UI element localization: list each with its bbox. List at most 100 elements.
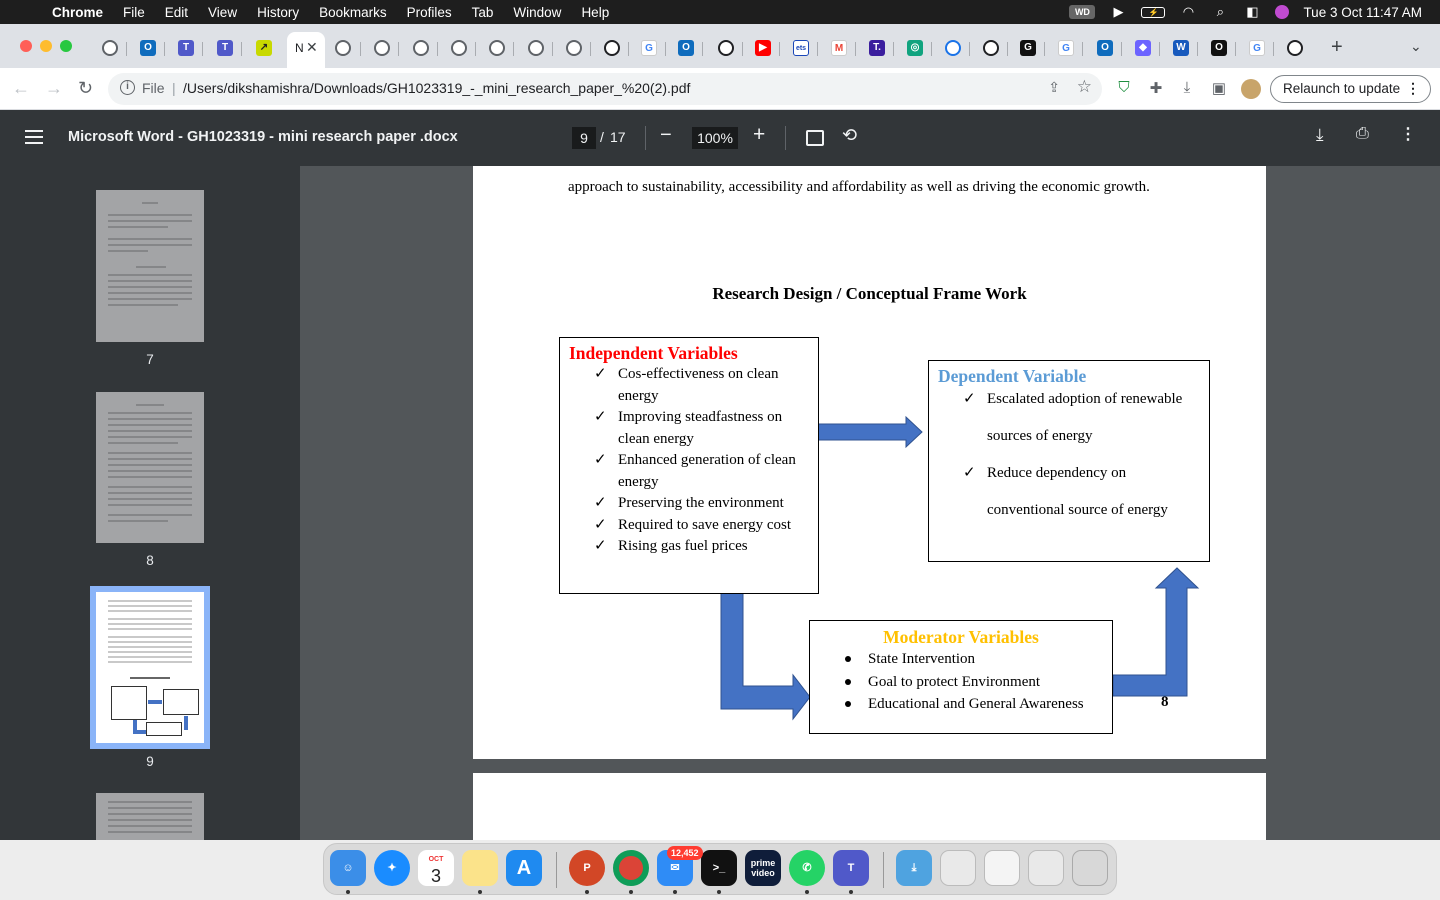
url-text[interactable]: /Users/dikshamishra/Downloads/GH1023319_…	[183, 80, 690, 96]
tab-word-icon[interactable]: W	[1173, 40, 1189, 56]
tab-google-icon[interactable]: G	[1249, 40, 1265, 56]
menu-bookmarks[interactable]: Bookmarks	[309, 5, 397, 20]
app-store-icon[interactable]: A	[506, 850, 542, 886]
back-arrow-icon[interactable]: ←	[12, 78, 30, 99]
document-preview-icon[interactable]	[984, 850, 1020, 886]
menu-view[interactable]: View	[198, 5, 247, 20]
menu-window[interactable]: Window	[503, 5, 571, 20]
wd-drive-icon[interactable]: WD	[1069, 5, 1096, 19]
tab-site-icon[interactable]: ets	[793, 40, 809, 56]
page-thumbnail-8[interactable]	[96, 392, 204, 543]
tab-chatgpt-icon[interactable]	[604, 40, 620, 56]
chrome-icon[interactable]	[613, 850, 649, 886]
fit-to-page-icon[interactable]	[806, 130, 824, 146]
play-icon[interactable]: ▶	[1109, 5, 1127, 19]
spotlight-search-icon[interactable]: ⌕	[1211, 5, 1229, 19]
menu-edit[interactable]: Edit	[155, 5, 198, 20]
rotate-icon[interactable]: ⟲	[842, 125, 857, 146]
page-number-input[interactable]: 9	[572, 127, 596, 149]
tab-o-icon[interactable]: O	[1211, 40, 1227, 56]
zoom-in-icon[interactable]: +	[753, 123, 765, 147]
siri-icon[interactable]	[1275, 5, 1290, 19]
menu-file[interactable]: File	[113, 5, 155, 20]
tab-active-pdf[interactable]: N ✕	[287, 32, 325, 68]
side-panel-icon[interactable]: ▣	[1209, 79, 1229, 99]
address-bar[interactable]: i File | /Users/dikshamishra/Downloads/G…	[108, 73, 1102, 105]
menu-history[interactable]: History	[247, 5, 309, 20]
sidebar-menu-icon[interactable]	[25, 130, 43, 144]
tab-gmail-icon[interactable]: M	[831, 40, 847, 56]
prime-video-icon[interactable]: prime video	[745, 850, 781, 886]
page-thumbnail-7[interactable]	[96, 190, 204, 342]
battery-icon[interactable]: ⚡	[1141, 6, 1166, 18]
trash-icon[interactable]	[1072, 850, 1108, 886]
menu-tab[interactable]: Tab	[462, 5, 504, 20]
tab-globe-icon[interactable]	[374, 40, 390, 56]
tab-history-icon[interactable]	[945, 40, 961, 56]
wifi-icon[interactable]: ◠	[1179, 5, 1197, 19]
tab-outlook-icon[interactable]: O	[140, 40, 156, 56]
control-center-icon[interactable]: ◧	[1243, 5, 1261, 19]
tab-chatgpt-icon[interactable]	[983, 40, 999, 56]
tab-globe-icon[interactable]	[451, 40, 467, 56]
tab-globe-icon[interactable]	[566, 40, 582, 56]
tab-globe-icon[interactable]	[413, 40, 429, 56]
window-minimize-button[interactable]	[40, 40, 52, 52]
notes-icon[interactable]	[462, 850, 498, 886]
finder-icon[interactable]: ☺	[330, 850, 366, 886]
tab-teams-icon[interactable]: T	[178, 40, 194, 56]
zoom-level-input[interactable]: 100%	[692, 127, 738, 149]
teams-icon[interactable]: T	[833, 850, 869, 886]
relaunch-to-update-button[interactable]: Relaunch to update ⋮	[1270, 75, 1431, 103]
tab-chatgpt-icon[interactable]	[718, 40, 734, 56]
tab-search-chevron-icon[interactable]: ⌄	[1410, 38, 1422, 55]
page-thumbnail-9[interactable]	[96, 592, 204, 743]
reload-icon[interactable]: ↻	[78, 78, 93, 99]
tab-app-icon[interactable]: ↗	[256, 40, 272, 56]
more-actions-icon[interactable]: ⋮	[1400, 124, 1416, 144]
tab-openai-icon[interactable]: ◎	[907, 40, 923, 56]
tab-outlook-icon[interactable]: O	[678, 40, 694, 56]
new-tab-button[interactable]: +	[1331, 36, 1343, 59]
whatsapp-icon[interactable]: ✆	[789, 850, 825, 886]
tab-teams-icon[interactable]: T	[217, 40, 233, 56]
safari-icon[interactable]: ✦	[374, 850, 410, 886]
forward-arrow-icon[interactable]: →	[45, 78, 63, 99]
tab-globe-icon[interactable]	[335, 40, 351, 56]
calendar-icon[interactable]: OCT 3	[418, 850, 454, 886]
tab-close-icon[interactable]: ✕	[306, 39, 318, 56]
downloads-folder-icon[interactable]: ⤓	[896, 850, 932, 886]
site-info-icon[interactable]: i	[120, 80, 135, 95]
tab-outlook-icon[interactable]: O	[1097, 40, 1113, 56]
extensions-puzzle-icon[interactable]: ✚	[1146, 79, 1166, 99]
tab-t-icon[interactable]: T.	[869, 40, 885, 56]
tab-google-icon[interactable]: G	[641, 40, 657, 56]
menubar-clock[interactable]: Tue 3 Oct 11:47 AM	[1303, 5, 1422, 20]
shield-extension-icon[interactable]: ⛉	[1114, 79, 1134, 99]
tab-globe-icon[interactable]	[489, 40, 505, 56]
share-icon[interactable]: ⇪	[1048, 79, 1060, 96]
download-icon[interactable]: ⤓	[1316, 125, 1324, 145]
terminal-icon[interactable]: >_	[701, 850, 737, 886]
window-zoom-button[interactable]	[60, 40, 72, 52]
chrome-menu-icon[interactable]: ⋮	[1406, 80, 1420, 97]
zoom-out-icon[interactable]: −	[660, 124, 672, 147]
downloads-icon[interactable]: ⤓	[1177, 79, 1197, 99]
profile-avatar[interactable]	[1241, 79, 1261, 99]
menu-profiles[interactable]: Profiles	[397, 5, 462, 20]
tab-globe-icon[interactable]	[528, 40, 544, 56]
bookmark-star-icon[interactable]: ☆	[1077, 77, 1092, 97]
menu-help[interactable]: Help	[571, 5, 619, 20]
print-icon[interactable]: ⎙	[1356, 125, 1369, 143]
window-close-button[interactable]	[20, 40, 32, 52]
tab-chatgpt-icon[interactable]	[1287, 40, 1303, 56]
tab-globe-icon[interactable]	[102, 40, 118, 56]
powerpoint-icon[interactable]: P	[569, 850, 605, 886]
page-thumbnail-10[interactable]	[96, 793, 204, 840]
tab-copilot-icon[interactable]: ◆	[1135, 40, 1151, 56]
tab-youtube-icon[interactable]: ▶	[755, 40, 771, 56]
menu-app-chrome[interactable]: Chrome	[52, 5, 113, 20]
tab-google-icon[interactable]: G	[1058, 40, 1074, 56]
tab-g-icon[interactable]: G	[1020, 40, 1036, 56]
window-preview-icon[interactable]	[940, 850, 976, 886]
